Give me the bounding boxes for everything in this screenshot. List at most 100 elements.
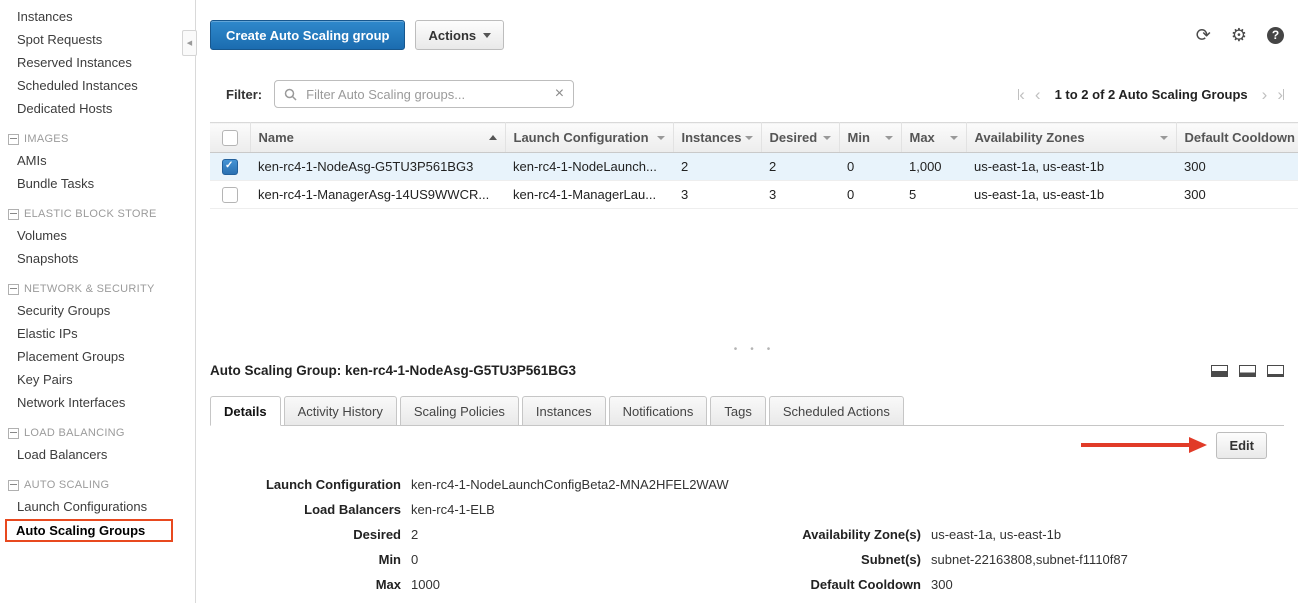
row-checkbox[interactable] (222, 159, 238, 175)
sidebar-item-snapshots[interactable]: Snapshots (0, 247, 195, 270)
sidebar-section-label: IMAGES (24, 133, 69, 145)
detail-left-label: Load Balancers (228, 497, 401, 522)
table-row[interactable]: ken-rc4-1-ManagerAsg-14US9WWCR...ken-rc4… (210, 181, 1298, 209)
tab-activity-history[interactable]: Activity History (284, 396, 397, 426)
detail-right-value (931, 472, 1298, 497)
sidebar-item-amis[interactable]: AMIs (0, 149, 195, 172)
help-icon[interactable]: ? (1267, 27, 1284, 44)
cell-launch-configuration: ken-rc4-1-NodeLaunch... (505, 153, 673, 181)
detail-right-label (751, 497, 921, 522)
column-dropdown-icon (823, 136, 831, 140)
column-header-availability-zones[interactable]: Availability Zones (966, 123, 1176, 153)
detail-right-label: Subnet(s) (751, 547, 921, 572)
clear-filter-icon[interactable]: × (555, 86, 564, 102)
asg-table: NameLaunch ConfigurationInstancesDesired… (210, 122, 1298, 209)
tab-details[interactable]: Details (210, 396, 281, 426)
tab-instances[interactable]: Instances (522, 396, 606, 426)
column-header-default-cooldown[interactable]: Default Cooldown (1176, 123, 1298, 153)
prev-page-button[interactable]: ‹ (1035, 86, 1041, 103)
gear-icon[interactable]: ⚙ (1231, 26, 1247, 44)
sidebar-section-elastic-block-store[interactable]: ELASTIC BLOCK STORE (8, 208, 195, 220)
column-header-max[interactable]: Max (901, 123, 966, 153)
sidebar-item-instances[interactable]: Instances (0, 5, 195, 28)
spacer (210, 209, 1298, 343)
pagination-text: 1 to 2 of 2 Auto Scaling Groups (1055, 87, 1248, 102)
sidebar-item-key-pairs[interactable]: Key Pairs (0, 368, 195, 391)
sidebar-section-network-security[interactable]: NETWORK & SECURITY (8, 283, 195, 295)
layout-full-view-icon[interactable] (1267, 365, 1284, 377)
pagination: ‹ ‹ 1 to 2 of 2 Auto Scaling Groups › › (1018, 86, 1284, 103)
column-header-name[interactable]: Name (250, 123, 505, 153)
create-asg-button[interactable]: Create Auto Scaling group (210, 20, 405, 50)
sidebar-item-security-groups[interactable]: Security Groups (0, 299, 195, 322)
detail-left-value: 2 (411, 522, 741, 547)
detail-left-label: Max (228, 572, 401, 597)
sidebar-item-reserved-instances[interactable]: Reserved Instances (0, 51, 195, 74)
sidebar-collapse-button[interactable]: ◀ (182, 30, 197, 56)
sidebar-item-elastic-ips[interactable]: Elastic IPs (0, 322, 195, 345)
sidebar-item-placement-groups[interactable]: Placement Groups (0, 345, 195, 368)
column-dropdown-icon (745, 136, 753, 140)
first-page-button[interactable]: ‹ (1018, 86, 1025, 103)
refresh-icon[interactable]: ⟳ (1196, 26, 1211, 44)
sidebar-section-load-balancing[interactable]: LOAD BALANCING (8, 427, 195, 439)
sidebar-item-load-balancers[interactable]: Load Balancers (0, 443, 195, 466)
tab-scaling-policies[interactable]: Scaling Policies (400, 396, 519, 426)
layout-split-view-icon[interactable] (1211, 365, 1228, 377)
sidebar-section-label: ELASTIC BLOCK STORE (24, 208, 157, 220)
row-checkbox-cell (210, 181, 250, 209)
edit-button[interactable]: Edit (1216, 432, 1267, 459)
layout-bottom-panel-icon[interactable] (1239, 365, 1256, 377)
collapse-section-icon (8, 480, 19, 491)
sidebar-item-auto-scaling-groups[interactable]: Auto Scaling Groups (5, 519, 173, 542)
cell-max: 5 (901, 181, 966, 209)
filter-input[interactable] (304, 86, 548, 103)
annotation-arrow (1079, 436, 1209, 454)
filter-bar: Filter: × ‹ ‹ 1 to 2 of 2 Auto Scaling G… (210, 80, 1298, 108)
cell-name: ken-rc4-1-ManagerAsg-14US9WWCR... (250, 181, 505, 209)
sidebar-item-scheduled-instances[interactable]: Scheduled Instances (0, 74, 195, 97)
sidebar-item-spot-requests[interactable]: Spot Requests (0, 28, 195, 51)
tab-tags[interactable]: Tags (710, 396, 765, 426)
column-header-label: Default Cooldown (1185, 130, 1296, 145)
actions-button[interactable]: Actions (415, 20, 504, 50)
column-header-launch-configuration[interactable]: Launch Configuration (505, 123, 673, 153)
column-header-instances[interactable]: Instances (673, 123, 761, 153)
search-icon (284, 88, 297, 101)
detail-right-label: Placement Group (751, 597, 921, 603)
filter-label: Filter: (226, 87, 262, 102)
sidebar-section-images[interactable]: IMAGES (8, 133, 195, 145)
column-dropdown-icon (885, 136, 893, 140)
panel-splitter[interactable]: • • • (210, 343, 1298, 355)
table-header-row: NameLaunch ConfigurationInstancesDesired… (210, 123, 1298, 153)
detail-left-label: Min (228, 547, 401, 572)
sidebar-item-volumes[interactable]: Volumes (0, 224, 195, 247)
cell-instances: 3 (673, 181, 761, 209)
sidebar-item-network-interfaces[interactable]: Network Interfaces (0, 391, 195, 414)
detail-left-value: ken-rc4-1-ELB (411, 497, 741, 522)
table-row[interactable]: ken-rc4-1-NodeAsg-G5TU3P561BG3ken-rc4-1-… (210, 153, 1298, 181)
row-checkbox[interactable] (222, 187, 238, 203)
sidebar-section-label: AUTO SCALING (24, 479, 109, 491)
sidebar: InstancesSpot RequestsReserved Instances… (0, 0, 196, 603)
column-header-desired[interactable]: Desired (761, 123, 839, 153)
column-header-min[interactable]: Min (839, 123, 901, 153)
row-checkbox-cell (210, 153, 250, 181)
tab-scheduled-actions[interactable]: Scheduled Actions (769, 396, 904, 426)
chevron-down-icon (483, 33, 491, 38)
detail-left-value: 1000 (411, 572, 741, 597)
sidebar-item-bundle-tasks[interactable]: Bundle Tasks (0, 172, 195, 195)
sidebar-item-launch-configurations[interactable]: Launch Configurations (0, 495, 195, 518)
table-body: ken-rc4-1-NodeAsg-G5TU3P561BG3ken-rc4-1-… (210, 153, 1298, 209)
last-page-button[interactable]: › (1277, 86, 1284, 103)
select-all-checkbox[interactable] (222, 130, 238, 146)
sidebar-item-dedicated-hosts[interactable]: Dedicated Hosts (0, 97, 195, 120)
detail-left-label: Health Check Type (228, 597, 401, 603)
detail-left-value: 0 (411, 547, 741, 572)
toolbar: Create Auto Scaling group Actions ⟳ ⚙ ? (210, 20, 1298, 50)
tab-notifications[interactable]: Notifications (609, 396, 708, 426)
detail-left-label: Desired (228, 522, 401, 547)
next-page-button[interactable]: › (1262, 86, 1268, 103)
sidebar-section-auto-scaling[interactable]: AUTO SCALING (8, 479, 195, 491)
details-title: Auto Scaling Group: ken-rc4-1-NodeAsg-G5… (210, 363, 576, 378)
